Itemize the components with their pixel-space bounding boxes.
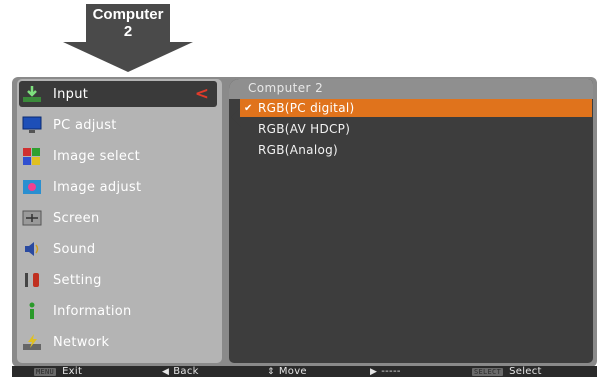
- hint-select: SELECT Select: [472, 366, 542, 377]
- option-label: RGB(AV HDCP): [258, 122, 351, 136]
- image-select-icon: [21, 146, 43, 166]
- up-down-arrow-icon: ⇕: [267, 366, 275, 377]
- triangle-left-icon: ◀: [162, 366, 170, 377]
- hint-move-label: Move: [278, 366, 307, 377]
- menu-item-label: Screen: [53, 210, 100, 226]
- option-label: RGB(Analog): [258, 143, 338, 157]
- hint-select-label: Select: [509, 366, 542, 377]
- menu-item-label: PC adjust: [53, 117, 117, 133]
- checkmark-icon: ✔: [244, 102, 253, 114]
- hint-bar: MENU Exit ◀ Back ⇕ Move ▶ ----- SELECT S…: [12, 366, 597, 377]
- callout-line2: 2: [123, 23, 133, 40]
- hint-exit-label: Exit: [62, 366, 83, 377]
- menu-item-label: Setting: [53, 272, 102, 288]
- main-menu-panel: Input < PC adjust Image select Image adj…: [17, 79, 222, 363]
- hint-back: ◀ Back: [162, 366, 199, 377]
- menu-item-label: Input: [53, 86, 89, 102]
- option-rgb-pc-digital[interactable]: ✔ RGB(PC digital): [240, 99, 592, 117]
- menu-item-image-select[interactable]: Image select: [19, 143, 217, 169]
- menu-item-setting[interactable]: Setting: [19, 267, 217, 293]
- menu-item-image-adjust[interactable]: Image adjust: [19, 174, 217, 200]
- source-callout-arrow: Computer 2: [63, 0, 193, 76]
- menu-item-network[interactable]: Network: [19, 329, 217, 355]
- menu-item-information[interactable]: Information: [19, 298, 217, 324]
- menu-item-label: Image select: [53, 148, 141, 164]
- option-rgb-analog[interactable]: RGB(Analog): [240, 141, 592, 159]
- triangle-right-icon: ▶: [370, 366, 378, 377]
- network-icon: [21, 332, 43, 352]
- image-adjust-icon: [21, 177, 43, 197]
- input-icon: [21, 84, 43, 104]
- screen-icon: [21, 208, 43, 228]
- callout-text: Computer 2: [86, 6, 170, 40]
- option-label: RGB(PC digital): [258, 101, 355, 115]
- info-icon: [21, 301, 43, 321]
- hint-move: ⇕ Move: [267, 366, 307, 377]
- hint-back-label: Back: [173, 366, 199, 377]
- hint-next: ▶ -----: [370, 366, 401, 377]
- chevron-left-icon: <: [194, 84, 209, 104]
- menu-item-pc-adjust[interactable]: PC adjust: [19, 112, 217, 138]
- callout-arrowhead: [63, 42, 193, 72]
- menu-item-label: Network: [53, 334, 110, 350]
- option-rgb-av-hdcp[interactable]: RGB(AV HDCP): [240, 120, 592, 138]
- menu-item-label: Information: [53, 303, 132, 319]
- tools-icon: [21, 270, 43, 290]
- select-key-icon: SELECT: [472, 367, 504, 376]
- speaker-icon: [21, 239, 43, 259]
- hint-exit: MENU Exit: [34, 366, 82, 377]
- callout-line1: Computer: [92, 6, 164, 23]
- menu-item-sound[interactable]: Sound: [19, 236, 217, 262]
- menu-item-input[interactable]: Input <: [19, 81, 217, 107]
- menu-item-screen[interactable]: Screen: [19, 205, 217, 231]
- menu-item-label: Image adjust: [53, 179, 142, 195]
- menu-item-label: Sound: [53, 241, 96, 257]
- hint-next-label: -----: [381, 366, 401, 377]
- menu-key-icon: MENU: [34, 367, 57, 376]
- submenu-title: Computer 2: [248, 81, 324, 95]
- monitor-icon: [21, 115, 43, 135]
